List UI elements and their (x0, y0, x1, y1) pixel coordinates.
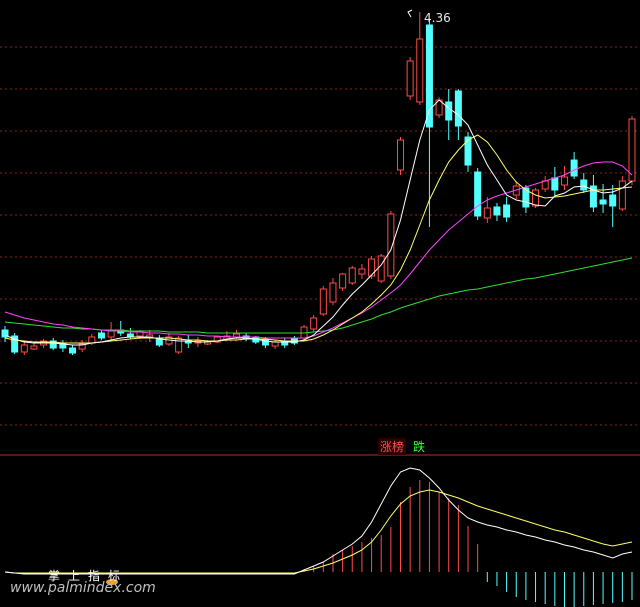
candle (213, 336, 221, 343)
candle-body (483, 207, 491, 219)
candle (59, 340, 67, 352)
candle-body (560, 176, 568, 186)
price-gridlines (0, 46, 640, 426)
candle-body (609, 194, 617, 207)
ma-slow-line (4, 161, 633, 339)
candle-body (319, 288, 327, 315)
candle (445, 89, 453, 140)
candle (541, 176, 549, 192)
candle-body (69, 347, 77, 354)
candle-body (358, 268, 366, 275)
candle-body (532, 189, 540, 207)
candle (49, 338, 57, 350)
candle (329, 278, 337, 305)
candle (69, 345, 77, 355)
tab-rise-ranking[interactable]: 涨榜 (378, 438, 407, 455)
candle-body (339, 273, 347, 289)
candle (464, 132, 472, 172)
candle-body (348, 267, 356, 284)
candle-body (464, 136, 472, 166)
indicator-signal-line (4, 489, 633, 574)
candle-body (541, 180, 549, 190)
candle (503, 197, 511, 222)
candle (1, 326, 9, 342)
candle-body (406, 60, 414, 97)
high-price-label: 4.36 (424, 11, 451, 25)
candle-body (271, 341, 279, 347)
candle (493, 203, 501, 221)
candle (580, 173, 588, 193)
candle-body (107, 330, 115, 338)
candle-body (580, 179, 588, 191)
candle-body (97, 332, 105, 339)
candle (97, 330, 105, 340)
candle-body (387, 213, 395, 277)
candle (348, 266, 356, 285)
candle-body (570, 159, 578, 177)
candle (358, 264, 366, 279)
candle-body (88, 336, 96, 344)
candle (387, 211, 395, 279)
candle-body (155, 338, 163, 346)
candle-body (628, 118, 636, 182)
candle (377, 254, 385, 283)
candle-body (474, 171, 482, 217)
candle-body (377, 255, 385, 282)
candle-body (329, 282, 337, 303)
candle (560, 166, 568, 190)
candle (599, 184, 607, 213)
candle (570, 152, 578, 179)
candlestick-series[interactable] (1, 12, 636, 355)
indicator-main-line (4, 467, 633, 575)
candle (319, 286, 327, 316)
candle (339, 273, 347, 291)
candle-body (396, 139, 404, 171)
ma-mid-line (4, 134, 633, 344)
candle-body (551, 177, 559, 191)
candle (20, 341, 28, 355)
ma-long-line (4, 257, 633, 334)
candle (155, 335, 163, 347)
candle (146, 330, 154, 342)
candle (310, 315, 318, 332)
candle-body (503, 204, 511, 218)
candle-body (30, 345, 38, 350)
candle-body (416, 38, 424, 103)
candle (11, 333, 19, 354)
candle (522, 185, 530, 213)
candle (618, 176, 626, 211)
candle (78, 340, 86, 352)
candle-body (425, 24, 433, 128)
tab-fall-ranking[interactable]: 跌 (411, 438, 427, 455)
candle-body (454, 90, 462, 127)
high-marker-icon (407, 9, 413, 18)
candle (396, 137, 404, 175)
candle-body (310, 317, 318, 330)
candle (551, 167, 559, 196)
stock-chart (0, 9, 640, 607)
candle (281, 338, 289, 348)
candle (589, 175, 597, 212)
candle-body (20, 344, 28, 353)
candle-body (599, 199, 607, 205)
ma-fast-line (4, 99, 633, 346)
candle-body (493, 206, 501, 216)
candle-body (618, 180, 626, 210)
candle (474, 168, 482, 220)
candle (117, 321, 125, 336)
candle (416, 12, 424, 105)
candle-body (445, 101, 453, 121)
candle-body (175, 337, 183, 353)
moving-average-lines (4, 99, 633, 346)
candle (406, 57, 414, 100)
watermark: www.palmindex.com (10, 580, 156, 596)
